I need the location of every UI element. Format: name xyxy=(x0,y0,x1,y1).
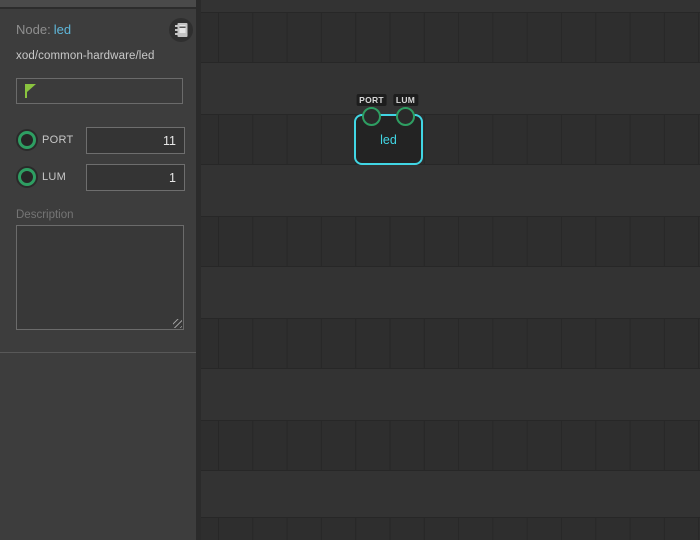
grid-row-band xyxy=(201,517,700,540)
pin-lum[interactable] xyxy=(396,107,415,126)
sidebar-scrollbar-gutter xyxy=(196,0,201,540)
grid-row-band xyxy=(201,114,700,165)
grid-row-band xyxy=(201,420,700,471)
book-icon xyxy=(174,22,189,38)
inspector-title: Node:led xyxy=(16,22,71,37)
node-label: led xyxy=(356,133,421,147)
inspector-sidebar: Node:led xod/common-hardware/led PORT xyxy=(0,0,201,540)
pin-circle-icon xyxy=(18,168,36,186)
flag-icon xyxy=(25,84,36,98)
pin-row-label: LUM xyxy=(42,171,66,183)
pin-label-badge: PORT xyxy=(356,94,387,106)
grid-row-band xyxy=(201,12,700,63)
grid-row-band xyxy=(201,318,700,369)
lum-value-input[interactable] xyxy=(86,164,185,191)
node-label-input[interactable] xyxy=(16,78,183,104)
inspector-title-label: Node: xyxy=(16,22,51,37)
docs-button[interactable] xyxy=(169,18,193,42)
node-led[interactable]: PORT LUM led xyxy=(354,114,423,165)
pin-row-label: PORT xyxy=(42,134,74,146)
inspector-node-name: led xyxy=(54,22,71,37)
pin-label-badge: LUM xyxy=(393,94,418,106)
patch-path: xod/common-hardware/led xyxy=(16,50,154,62)
pin-circle-icon xyxy=(18,131,36,149)
pin-port[interactable] xyxy=(362,107,381,126)
xod-ide-window: PORT LUM led Node:led x xyxy=(0,0,700,540)
sidebar-topbar xyxy=(0,0,196,9)
description-textarea[interactable] xyxy=(16,225,184,330)
sidebar-divider xyxy=(0,352,196,353)
port-value-input[interactable] xyxy=(86,127,185,154)
grid-row-band xyxy=(201,216,700,267)
description-label: Description xyxy=(16,209,74,221)
patch-canvas[interactable]: PORT LUM led xyxy=(201,0,700,540)
